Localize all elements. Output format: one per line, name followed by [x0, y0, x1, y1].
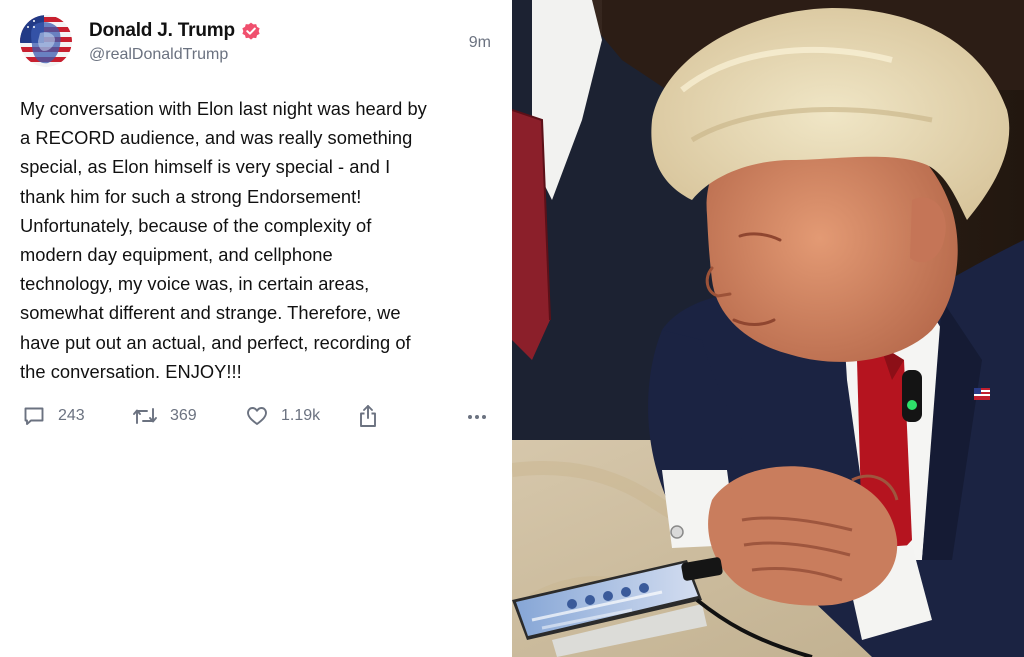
post-header: Donald J. Trump @realDonaldTrump 9m [20, 14, 492, 74]
share-upload-icon [360, 405, 376, 427]
more-dots-icon [468, 415, 486, 419]
author-display-name[interactable]: Donald J. Trump [89, 20, 235, 42]
reply-button[interactable]: 243 [22, 404, 85, 428]
screenshot-frame: Donald J. Trump @realDonaldTrump 9m My c… [0, 0, 1024, 657]
author-info: Donald J. Trump @realDonaldTrump [89, 19, 261, 64]
post-actions: 243 369 1.19k [20, 402, 488, 430]
post-photo[interactable] [512, 0, 1024, 657]
post-timestamp[interactable]: 9m [469, 34, 491, 52]
retruth-arrows-icon [133, 408, 157, 424]
author-name-row: Donald J. Trump [89, 19, 261, 43]
verified-badge-icon [242, 22, 260, 40]
share-button[interactable] [356, 403, 380, 429]
photo-image [512, 0, 1024, 657]
like-count: 1.19k [281, 407, 321, 424]
reply-count: 243 [58, 407, 85, 424]
flag-portrait-avatar-icon [20, 15, 72, 67]
heart-icon [247, 407, 267, 425]
post-body: My conversation with Elon last night was… [20, 94, 492, 386]
like-button[interactable]: 1.19k [245, 404, 320, 428]
retruth-count: 369 [170, 407, 197, 424]
author-avatar[interactable] [20, 15, 72, 67]
more-button[interactable] [466, 404, 488, 428]
reply-bubble-icon [24, 407, 44, 425]
author-handle[interactable]: @realDonaldTrump [89, 46, 261, 64]
post-text: My conversation with Elon last night was… [20, 98, 427, 382]
retruth-button[interactable]: 369 [132, 404, 197, 428]
post-card: Donald J. Trump @realDonaldTrump 9m My c… [0, 0, 512, 657]
